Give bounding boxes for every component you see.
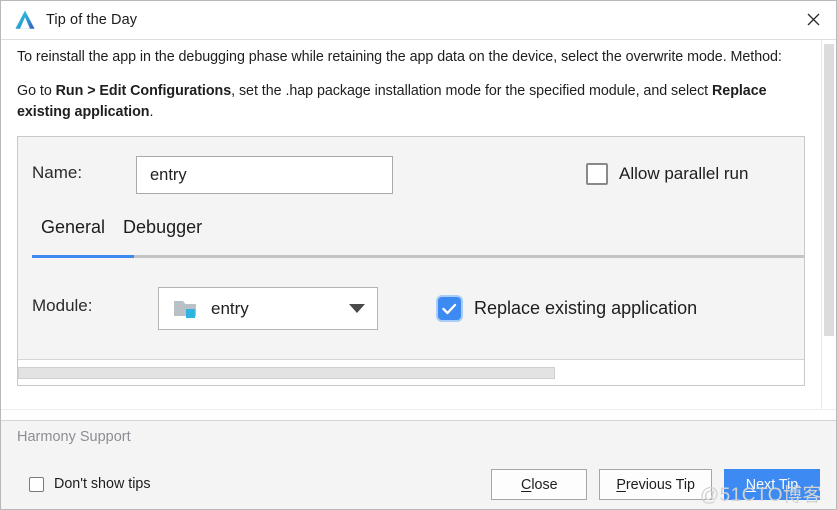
tab-general-label: General [41, 217, 106, 237]
check-icon [442, 303, 457, 314]
illustration-module-row: Module: entry Replace existing applicati… [18, 282, 804, 332]
module-field-label: Module: [32, 296, 93, 315]
illustration-inner: Name: entry Allow parallel run General D… [18, 137, 804, 385]
module-dropdown-value: entry [211, 298, 249, 318]
close-window-button[interactable] [790, 1, 836, 38]
tab-debugger-label: Debugger [123, 217, 203, 237]
tab-active-indicator [32, 255, 134, 258]
deveco-logo-icon [15, 10, 35, 29]
next-tip-button[interactable]: Next Tip [724, 469, 820, 500]
tip-paragraph-1: To reinstall the app in the debugging ph… [17, 47, 805, 68]
tip-p2-part-c: , set the .hap package installation mode… [231, 83, 713, 99]
illustration-name-row: Name: entry Allow parallel run [18, 149, 804, 199]
close-button[interactable]: Close [491, 469, 588, 500]
tip-paragraph-2: Go to Run > Edit Configurations, set the… [17, 81, 805, 123]
tab-underline-track [32, 255, 804, 258]
replace-existing-application-label: Replace existing application [474, 298, 698, 318]
allow-parallel-run-box [586, 163, 608, 185]
tip-content-area: To reinstall the app in the debugging ph… [1, 40, 836, 409]
tip-vertical-scrollbar[interactable] [821, 40, 836, 409]
title-bar: Tip of the Day [1, 1, 836, 40]
name-field-label: Name: [32, 163, 83, 182]
allow-parallel-run-label: Allow parallel run [619, 164, 749, 183]
illustration-horizontal-scrollbar-thumb[interactable] [18, 367, 555, 379]
illustration-tab-strip: General Debugger [32, 217, 211, 248]
tip-of-the-day-dialog: Tip of the Day To reinstall the app in t… [0, 0, 837, 510]
tip-p2-part-e: . [149, 104, 154, 120]
next-tip-button-label-rest: ext Tip [756, 476, 799, 493]
replace-existing-application-checkbox[interactable]: Replace existing application [438, 297, 697, 320]
close-icon [807, 13, 819, 26]
allow-parallel-run-checkbox[interactable]: Allow parallel run [586, 163, 748, 185]
dialog-footer: Harmony Support Don't show tips Close Pr… [1, 420, 836, 509]
tip-paragraph-1-text: To reinstall the app in the debugging ph… [17, 49, 782, 65]
name-input-value: entry [150, 165, 187, 184]
dont-show-tips-label: Don't show tips [54, 476, 151, 492]
previous-tip-button[interactable]: Previous Tip [599, 469, 712, 500]
previous-tip-button-mnemonic: P [616, 476, 626, 493]
tip-p2-bold-run-edit-configurations: Run > Edit Configurations [55, 83, 232, 99]
dont-show-tips-box [29, 476, 44, 492]
close-button-label-rest: lose [531, 476, 558, 493]
module-folder-icon [174, 300, 196, 318]
tip-p2-part-a: Go to [17, 83, 56, 99]
tip-illustration-image: Name: entry Allow parallel run General D… [17, 136, 805, 386]
chevron-down-icon [349, 304, 365, 313]
next-tip-button-mnemonic: N [745, 476, 757, 493]
tip-vertical-scrollbar-thumb[interactable] [824, 44, 834, 336]
harmony-support-label: Harmony Support [17, 429, 131, 445]
module-dropdown[interactable]: entry [158, 287, 378, 330]
illustration-horizontal-scrollbar[interactable] [18, 367, 804, 379]
close-button-mnemonic: C [521, 476, 532, 493]
tip-body: To reinstall the app in the debugging ph… [1, 40, 821, 409]
tip-horizontal-scrollbar[interactable] [1, 409, 836, 420]
window-title: Tip of the Day [46, 12, 138, 28]
previous-tip-button-label-rest: revious Tip [625, 476, 695, 493]
footer-button-row: Close Previous Tip Next Tip [491, 469, 820, 500]
tab-general[interactable]: General [32, 217, 114, 248]
replace-existing-application-box [438, 297, 461, 320]
name-input[interactable]: entry [136, 156, 393, 194]
tab-debugger[interactable]: Debugger [114, 217, 211, 248]
dont-show-tips-checkbox[interactable]: Don't show tips [29, 476, 151, 492]
